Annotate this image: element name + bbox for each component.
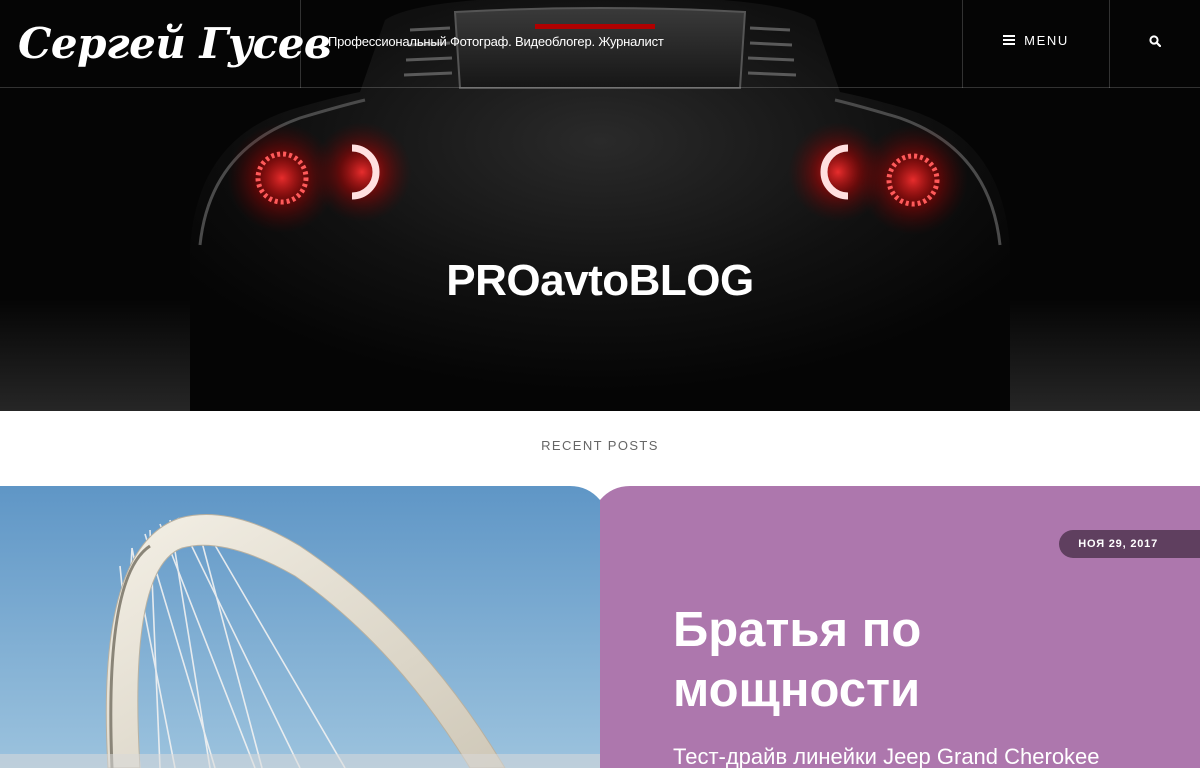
- card-notch: [570, 486, 630, 500]
- site-title-link[interactable]: Сергей Гусев: [18, 14, 332, 74]
- hero-title: PROavtoBLOG: [446, 256, 754, 306]
- post-card: НОЯ 29, 2017 Братья по мощности Тест-дра…: [600, 486, 1200, 768]
- post-title-link[interactable]: Братья по мощности: [673, 600, 1113, 720]
- hero-banner: Сергей Гусев Профессиональный Фотограф. …: [0, 0, 1200, 411]
- recent-posts-heading: RECENT POSTS: [541, 438, 659, 453]
- post-date-badge: НОЯ 29, 2017: [1059, 530, 1200, 558]
- post-excerpt: Тест-драйв линейки Jeep Grand Cherokee: [673, 744, 1100, 768]
- site-tagline: Профессиональный Фотограф. Видеоблогер. …: [328, 34, 664, 49]
- menu-label: MENU: [1024, 32, 1069, 48]
- header-divider: [300, 0, 301, 88]
- search-icon: [1149, 35, 1161, 47]
- menu-button[interactable]: MENU: [963, 0, 1109, 88]
- site-header: Сергей Гусев Профессиональный Фотограф. …: [0, 0, 1200, 88]
- bridge-image: [0, 486, 600, 768]
- post-thumbnail[interactable]: [0, 486, 600, 768]
- hamburger-icon: [1003, 35, 1016, 45]
- search-button[interactable]: [1110, 0, 1200, 88]
